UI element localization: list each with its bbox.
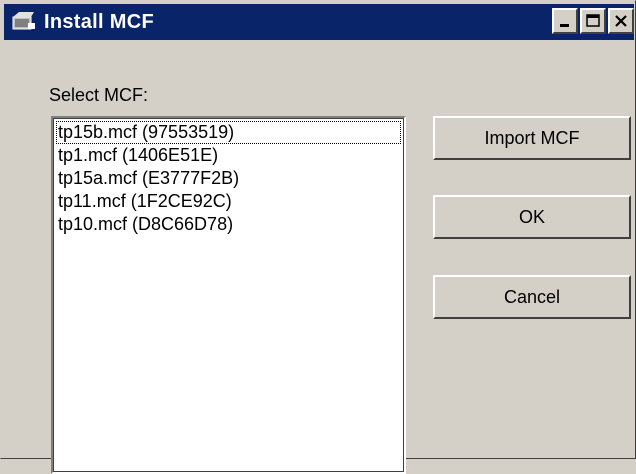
- app-icon[interactable]: [10, 9, 38, 35]
- list-item[interactable]: tp15b.mcf (97553519): [56, 121, 401, 144]
- dialog-body: Select MCF: tp15b.mcf (97553519) tp1.mcf…: [4, 40, 634, 474]
- cancel-button[interactable]: Cancel: [433, 275, 631, 319]
- title-bar-controls: [550, 8, 634, 34]
- import-mcf-button[interactable]: Import MCF: [433, 116, 631, 160]
- title-bar[interactable]: Install MCF: [4, 4, 634, 40]
- install-mcf-window: Install MCF Select MCF: tp15b.mcf (97553…: [0, 0, 636, 474]
- mcf-listbox[interactable]: tp15b.mcf (97553519) tp1.mcf (1406E51E) …: [51, 116, 406, 474]
- maximize-icon: [586, 14, 600, 27]
- list-item[interactable]: tp10.mcf (D8C66D78): [56, 213, 401, 236]
- close-button[interactable]: [608, 8, 634, 34]
- list-item[interactable]: tp15a.mcf (E3777F2B): [56, 167, 401, 190]
- ok-button[interactable]: OK: [433, 195, 631, 239]
- maximize-button[interactable]: [580, 8, 606, 34]
- list-item[interactable]: tp11.mcf (1F2CE92C): [56, 190, 401, 213]
- close-icon: [615, 15, 627, 27]
- minimize-button[interactable]: [552, 8, 578, 34]
- select-mcf-label: Select MCF:: [49, 85, 149, 105]
- minimize-icon: [560, 24, 569, 27]
- list-item[interactable]: tp1.mcf (1406E51E): [56, 144, 401, 167]
- window-title: Install MCF: [44, 10, 154, 33]
